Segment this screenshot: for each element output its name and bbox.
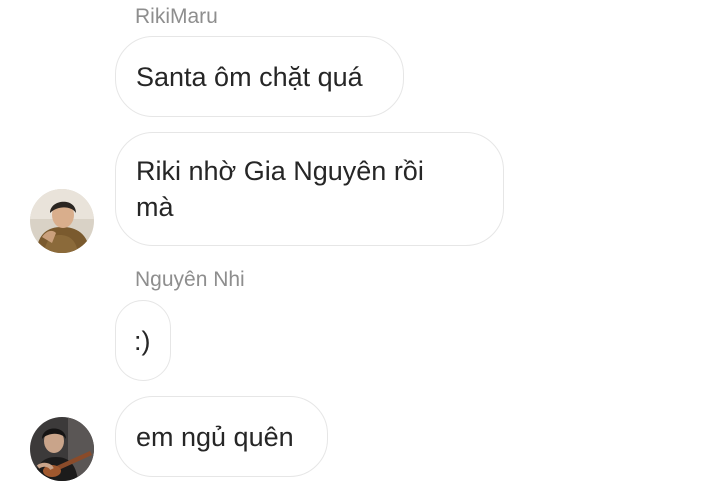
message-bubble[interactable]: Riki nhờ Gia Nguyên rồi mà — [115, 132, 504, 246]
user-avatar[interactable] — [30, 189, 94, 253]
message-text: :) — [134, 325, 151, 356]
message-bubble[interactable]: em ngủ quên — [115, 396, 328, 477]
user-avatar-photo-1-icon — [30, 189, 94, 253]
sender-name: Nguyên Nhi — [135, 268, 245, 291]
message-text: em ngủ quên — [136, 421, 294, 452]
user-avatar-photo-2-icon — [30, 417, 94, 481]
message-bubble[interactable]: :) — [115, 300, 171, 381]
user-avatar[interactable] — [30, 417, 94, 481]
message-bubble[interactable]: Santa ôm chặt quá — [115, 36, 404, 117]
sender-name: RikiMaru — [135, 5, 218, 28]
message-text: Riki nhờ Gia Nguyên rồi mà — [136, 156, 424, 222]
message-text: Santa ôm chặt quá — [136, 61, 363, 92]
chat-thread: RikiMaru Santa ôm chặt quá Riki nhờ Gia … — [0, 0, 720, 492]
